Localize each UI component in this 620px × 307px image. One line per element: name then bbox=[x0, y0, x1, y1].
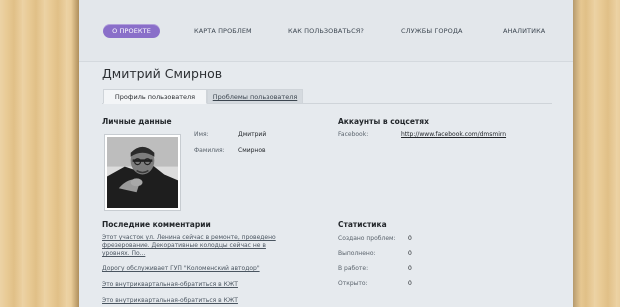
first-name-label: Имя: bbox=[194, 131, 209, 138]
social-accounts-heading: Аккаунты в соцсетях bbox=[338, 117, 429, 126]
page-title: Дмитрий Смирнов bbox=[102, 66, 223, 81]
first-name-value: Дмитрий bbox=[238, 131, 267, 138]
top-navigation: О ПРОЕКТЕ КАРТА ПРОБЛЕМ КАК ПОЛЬЗОВАТЬСЯ… bbox=[79, 0, 573, 62]
page-container: О ПРОЕКТЕ КАРТА ПРОБЛЕМ КАК ПОЛЬЗОВАТЬСЯ… bbox=[79, 0, 573, 307]
stat-label-created: Создано проблем: bbox=[338, 235, 396, 242]
page-shadow-left bbox=[71, 0, 79, 307]
avatar-photo-icon bbox=[107, 137, 178, 208]
comment-link-1[interactable]: Этот участок ул. Ленина сейчас в ремонте… bbox=[102, 234, 292, 258]
stat-value-in-progress: 0 bbox=[408, 265, 412, 272]
statistics-heading: Статистика bbox=[338, 220, 387, 229]
page-shadow-right bbox=[573, 0, 581, 307]
nav-about[interactable]: О ПРОЕКТЕ bbox=[103, 24, 160, 38]
avatar bbox=[104, 134, 181, 211]
facebook-label: Facebook: bbox=[338, 131, 369, 138]
nav-analytics[interactable]: АНАЛИТИКА bbox=[503, 25, 545, 38]
nav-how-to-use[interactable]: КАК ПОЛЬЗОВАТЬСЯ? bbox=[288, 25, 364, 38]
stat-value-open: 0 bbox=[408, 280, 412, 287]
tab-user-profile[interactable]: Профиль пользователя bbox=[103, 89, 207, 104]
tab-user-problems[interactable]: Проблемы пользователя bbox=[207, 89, 303, 104]
stat-value-done: 0 bbox=[408, 250, 412, 257]
stat-label-in-progress: В работе: bbox=[338, 265, 369, 272]
facebook-link[interactable]: http://www.facebook.com/dmsmirn bbox=[401, 131, 506, 138]
comment-link-3[interactable]: Это внутриквартальная-обратиться в КЖТ bbox=[102, 281, 238, 289]
recent-comments-heading: Последние комментарии bbox=[102, 220, 211, 229]
stat-value-created: 0 bbox=[408, 235, 412, 242]
comment-link-2[interactable]: Дорогу обслуживает ГУП "Коломенский авто… bbox=[102, 265, 260, 273]
nav-problem-map[interactable]: КАРТА ПРОБЛЕМ bbox=[194, 25, 252, 38]
last-name-value: Смирнов bbox=[238, 147, 266, 154]
personal-data-heading: Личные данные bbox=[102, 117, 172, 126]
stat-label-open: Открыто: bbox=[338, 280, 368, 287]
stat-label-done: Выполнено: bbox=[338, 250, 376, 257]
last-name-label: Фамилия: bbox=[194, 147, 225, 154]
nav-city-services[interactable]: СЛУЖБЫ ГОРОДА bbox=[401, 25, 463, 38]
comment-link-4[interactable]: Это внутриквартальная-обратиться в КЖТ bbox=[102, 297, 238, 305]
